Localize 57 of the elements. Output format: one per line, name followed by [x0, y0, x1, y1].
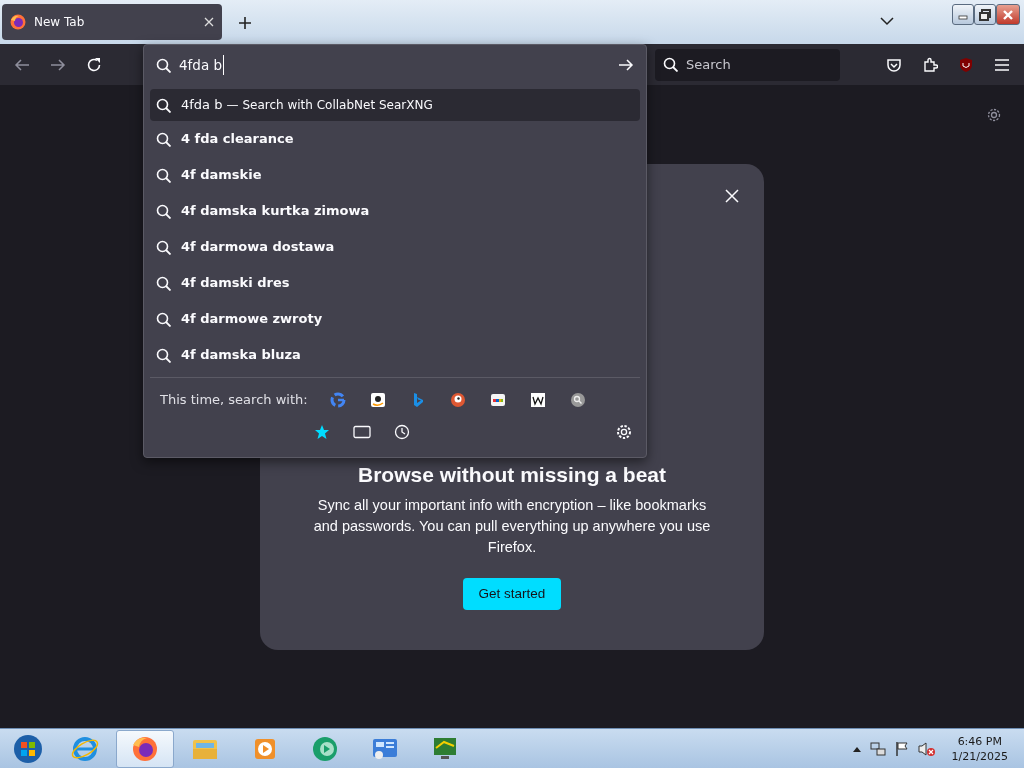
- restore-icon: [979, 8, 991, 21]
- clock[interactable]: 6:46 PM 1/21/2025: [951, 733, 1008, 764]
- suggestion-row[interactable]: 4fda b — Search with CollabNet SearXNG: [150, 89, 640, 121]
- reload-icon: [86, 56, 102, 73]
- search-icon: [663, 57, 678, 72]
- search-icon: [156, 97, 171, 113]
- search-icon: [156, 239, 171, 255]
- search-icon: [156, 347, 171, 363]
- suggestion-row[interactable]: 4f damskie: [150, 157, 640, 193]
- encyclopedia-icon: [529, 392, 546, 408]
- engines-label: This time, search with:: [160, 391, 308, 410]
- star-icon: [314, 424, 330, 440]
- settings-icon[interactable]: [986, 107, 1002, 123]
- menu-icon: [995, 58, 1009, 71]
- shopping-icon: [369, 392, 386, 408]
- suggestion-row[interactable]: 4 fda clearance: [150, 121, 640, 157]
- back-arrow-icon: [14, 56, 30, 73]
- search-engine-icon: [569, 392, 586, 408]
- forward-arrow-icon: [50, 56, 66, 73]
- network-icon[interactable]: [869, 740, 886, 757]
- suggestion-row[interactable]: 4f damska kurtka zimowa: [150, 193, 640, 229]
- address-field[interactable]: 4fda b: [144, 45, 646, 85]
- go-arrow-icon[interactable]: [618, 57, 634, 73]
- chevron-down-icon[interactable]: [880, 16, 894, 26]
- settings-icon: [615, 423, 633, 441]
- pocket-icon: [886, 56, 902, 73]
- new-tab-icon[interactable]: [238, 16, 252, 30]
- search-icon: [156, 203, 171, 219]
- maximize-button[interactable]: [974, 4, 996, 25]
- shield-icon: [958, 56, 974, 73]
- close-icon[interactable]: [204, 17, 214, 27]
- suggestion-row[interactable]: 4f damski dres: [150, 265, 640, 301]
- get-started-button[interactable]: Get started: [462, 577, 562, 610]
- close-window-button[interactable]: [996, 4, 1020, 25]
- close-icon: [1002, 8, 1014, 21]
- search-icon: [156, 311, 171, 327]
- browser-tab[interactable]: New Tab: [2, 4, 222, 40]
- clock-icon: [394, 424, 410, 440]
- muted-speaker-icon[interactable]: [917, 740, 936, 757]
- search-icon: [156, 167, 171, 183]
- windows-orb-icon: [13, 733, 43, 764]
- suggestion-row[interactable]: 4f darmowa dostawa: [150, 229, 640, 265]
- taskbar-button[interactable]: [116, 729, 174, 768]
- flag-icon[interactable]: [893, 740, 910, 757]
- suggestion-row[interactable]: 4f darmowe zwroty: [150, 301, 640, 337]
- modal-text: Sync all your important info with encryption – like bookmarks and passwords. You can pull everything up anywhere you use Firefox.: [312, 495, 712, 557]
- tab-icon: [353, 425, 371, 439]
- puzzle-icon: [922, 56, 938, 73]
- modal-heading: Browse without missing a beat: [357, 461, 667, 487]
- minimize-button[interactable]: [952, 4, 974, 25]
- firefox-icon: [10, 14, 26, 30]
- search-field[interactable]: Search: [655, 48, 840, 81]
- google-icon: [329, 392, 346, 408]
- suggestion-row[interactable]: 4f damska bluza: [150, 337, 640, 373]
- search-icon: [156, 57, 171, 73]
- search-icon: [156, 131, 171, 147]
- search-icon: [156, 275, 171, 291]
